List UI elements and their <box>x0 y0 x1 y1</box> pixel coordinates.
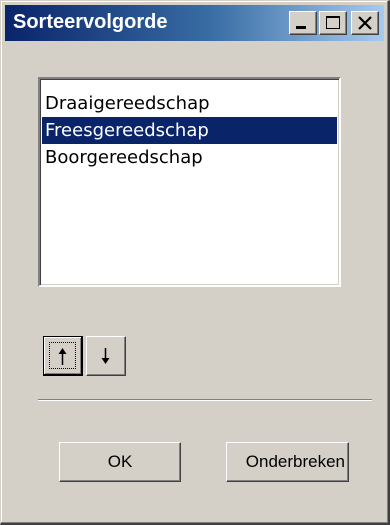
separator <box>38 399 372 401</box>
title-bar[interactable]: Sorteervolgorde <box>5 5 384 41</box>
close-icon <box>358 16 372 30</box>
maximize-button[interactable] <box>319 11 347 35</box>
ok-button[interactable]: OK <box>59 442 181 482</box>
close-button[interactable] <box>351 11 379 35</box>
minimize-icon <box>296 26 306 29</box>
minimize-button[interactable] <box>289 11 317 35</box>
list-item[interactable]: Draaigereedschap <box>42 90 337 117</box>
arrow-down-icon <box>101 348 110 364</box>
move-up-button[interactable] <box>43 336 83 376</box>
arrow-up-icon <box>58 348 67 365</box>
dialog-window: Sorteervolgorde Draaigereedschap Freesge… <box>0 0 390 525</box>
move-down-button[interactable] <box>86 336 126 376</box>
cancel-button[interactable]: Onderbreken <box>226 442 349 482</box>
window-title: Sorteervolgorde <box>13 11 168 33</box>
list-item[interactable]: Boorgereedschap <box>42 144 337 171</box>
list-item-selected[interactable]: Freesgereedschap <box>42 117 337 144</box>
sort-order-list[interactable]: Draaigereedschap Freesgereedschap Boorge… <box>38 77 341 287</box>
maximize-icon <box>326 16 340 29</box>
